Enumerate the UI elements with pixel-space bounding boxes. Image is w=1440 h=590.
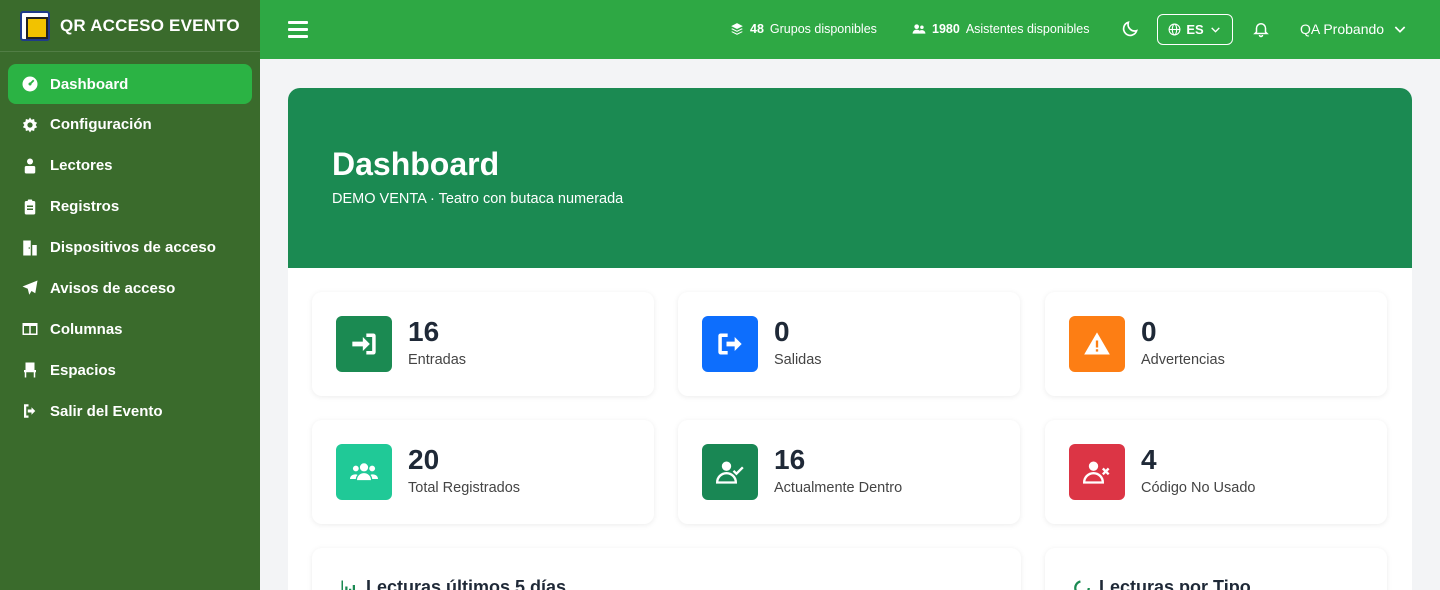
sidebar-item-label: Lectores (50, 157, 113, 175)
dashboard-hero: Dashboard DEMO VENTA · Teatro con butaca… (288, 88, 1412, 268)
user-name: QA Probando (1300, 21, 1385, 37)
stat-label: Actualmente Dentro (774, 480, 903, 496)
brand-title: QR ACCESO EVENTO (60, 15, 240, 35)
brand[interactable]: QR ACCESO EVENTO (0, 0, 260, 52)
sign-in-icon (336, 316, 392, 372)
chart-bar-icon (341, 580, 355, 590)
readings-chart-panel: Lecturas últimos 5 días (312, 548, 1021, 590)
stat-value: 0 (1141, 316, 1157, 347)
sidebar: QR ACCESO EVENTO Dashboard Configuración… (0, 0, 260, 590)
door-icon (20, 238, 40, 258)
user-x-icon (1069, 444, 1125, 500)
gear-icon (20, 115, 40, 135)
sidebar-item-label: Columnas (50, 320, 123, 338)
layers-icon (731, 23, 743, 35)
topbar: 48 Grupos disponibles 1980 Asistentes di… (260, 0, 1440, 59)
stat-label: Advertencias (1141, 352, 1225, 368)
page-title: Dashboard (332, 146, 500, 182)
sidebar-item-lectores[interactable]: Lectores (8, 146, 252, 186)
stat-value: 20 (408, 444, 440, 475)
users-icon (20, 156, 40, 176)
sidebar-item-label: Salir del Evento (50, 402, 163, 420)
stat-card-codigo-no-usado: 4 Código No Usado (1045, 420, 1387, 524)
columns-icon (20, 319, 40, 339)
stat-label: Salidas (774, 352, 822, 368)
groups-stat: 48 Grupos disponibles (730, 22, 877, 36)
paper-plane-icon (20, 278, 40, 298)
gauge-icon (20, 74, 40, 94)
sidebar-item-avisos[interactable]: Avisos de acceso (8, 268, 252, 308)
stat-label: Código No Usado (1141, 480, 1256, 496)
users-group-icon (912, 24, 926, 34)
sidebar-item-espacios[interactable]: Espacios (8, 350, 252, 390)
bell-icon[interactable] (1252, 19, 1270, 39)
language-selector[interactable]: ES (1157, 14, 1233, 45)
attendees-stat: 1980 Asistentes disponibles (912, 22, 1090, 36)
sidebar-item-label: Avisos de acceso (50, 279, 176, 297)
warning-icon (1069, 316, 1125, 372)
sidebar-item-label: Espacios (50, 361, 116, 379)
sidebar-item-dashboard[interactable]: Dashboard (8, 64, 252, 104)
panel-title: Lecturas últimos 5 días (340, 577, 566, 590)
user-menu[interactable]: QA Probando (1300, 21, 1408, 37)
groups-count: 48 (750, 22, 764, 36)
stat-value: 16 (774, 444, 806, 475)
sidebar-item-registros[interactable]: Registros (8, 187, 252, 227)
panel-title-text: Lecturas por Tipo (1099, 577, 1251, 590)
dashboard-content: 16 Entradas 0 Salidas 0 Advertencias 20 … (288, 268, 1412, 590)
brand-logo-icon (20, 10, 50, 41)
sign-out-icon (702, 316, 758, 372)
sidebar-item-columnas[interactable]: Columnas (8, 309, 252, 349)
attendees-label: Asistentes disponibles (965, 22, 1090, 36)
sidebar-item-configuracion[interactable]: Configuración (8, 105, 252, 145)
groups-label: Grupos disponibles (769, 22, 877, 36)
chair-icon (20, 360, 40, 380)
stat-value: 4 (1141, 444, 1157, 475)
language-code: ES (1186, 22, 1204, 37)
sidebar-item-dispositivos[interactable]: Dispositivos de acceso (8, 228, 252, 268)
clipboard-icon (20, 197, 40, 217)
logout-icon (20, 401, 40, 421)
stat-card-total-registrados: 20 Total Registrados (312, 420, 654, 524)
globe-icon (1168, 23, 1181, 36)
stat-card-salidas: 0 Salidas (678, 292, 1020, 396)
sidebar-item-label: Dispositivos de acceso (50, 239, 216, 257)
users-group-icon (336, 444, 392, 500)
panel-title-text: Lecturas últimos 5 días (366, 577, 567, 590)
moon-icon[interactable] (1120, 19, 1140, 39)
stat-card-actualmente-dentro: 16 Actualmente Dentro (678, 420, 1020, 524)
stat-card-advertencias: 0 Advertencias (1045, 292, 1387, 396)
stat-card-entradas: 16 Entradas (312, 292, 654, 396)
panel-title: Lecturas por Tipo (1073, 577, 1251, 590)
sidebar-item-salir[interactable]: Salir del Evento (8, 391, 252, 431)
stat-value: 0 (774, 316, 790, 347)
chevron-down-icon (1394, 26, 1406, 33)
sidebar-item-label: Dashboard (50, 75, 129, 93)
attendees-count: 1980 (932, 22, 960, 36)
stat-label: Entradas (408, 352, 467, 368)
user-check-icon (702, 444, 758, 500)
chevron-down-icon (1210, 27, 1220, 33)
stat-label: Total Registrados (408, 480, 521, 496)
type-chart-panel: Lecturas por Tipo (1045, 548, 1387, 590)
sidebar-nav: Dashboard Configuración Lectores Registr… (0, 52, 260, 444)
hamburger-menu-icon[interactable] (288, 21, 308, 38)
donut-chart-icon (1074, 579, 1090, 590)
sidebar-item-label: Configuración (50, 116, 152, 134)
stat-value: 16 (408, 316, 440, 347)
sidebar-item-label: Registros (50, 198, 120, 216)
page-subtitle: DEMO VENTA · Teatro con butaca numerada (332, 191, 624, 207)
